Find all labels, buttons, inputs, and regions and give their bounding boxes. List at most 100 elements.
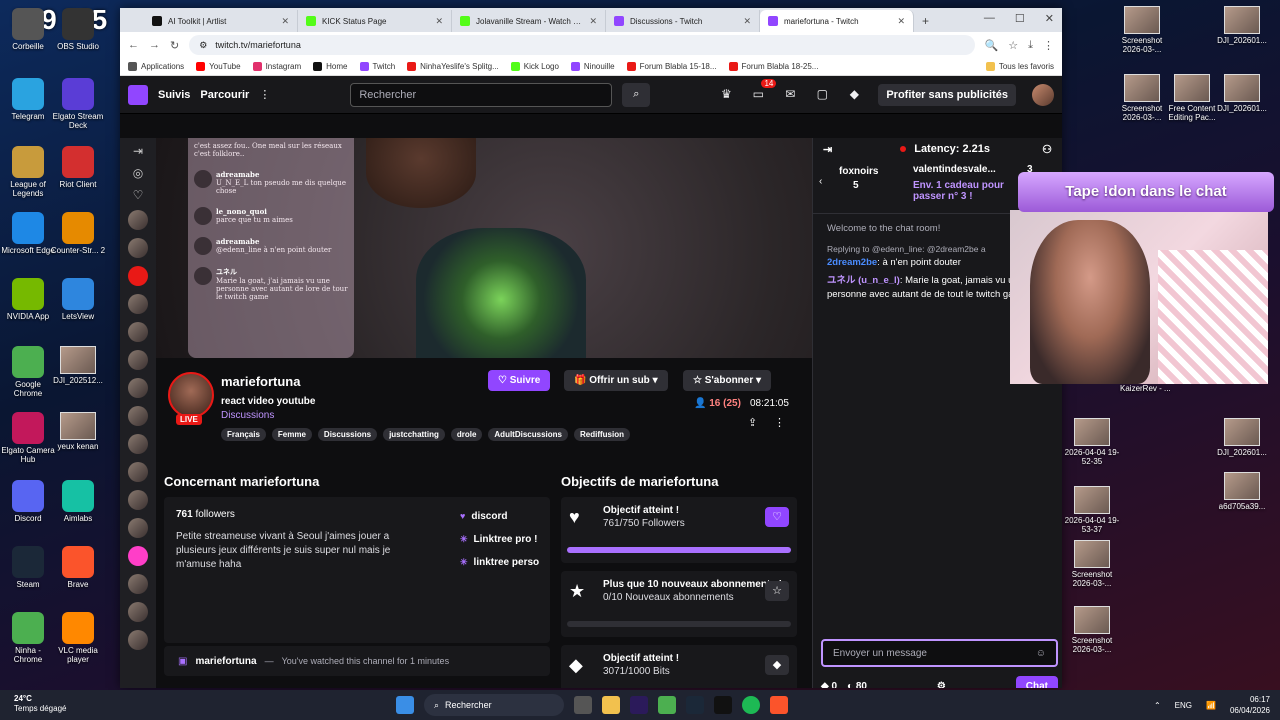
- back-icon[interactable]: ←: [128, 39, 139, 51]
- goal-action-button[interactable]: ◆: [765, 655, 789, 675]
- desktop-icon[interactable]: DJI_202512...: [50, 346, 106, 385]
- sidebar-avatar[interactable]: [128, 490, 148, 510]
- desktop-icon[interactable]: League of Legends: [0, 146, 56, 198]
- goal-action-button[interactable]: ♡: [765, 507, 789, 527]
- bookmark-item[interactable]: Applications: [128, 62, 184, 71]
- collapse-icon[interactable]: ⇥: [133, 144, 143, 158]
- stream-tag[interactable]: Discussions: [317, 428, 378, 441]
- bookmark-item[interactable]: Tous les favoris: [985, 62, 1054, 71]
- social-link[interactable]: ♥ discord: [460, 511, 539, 522]
- tab-close-icon[interactable]: ✕: [897, 16, 905, 27]
- browser-tab[interactable]: Discussions - Twitch ✕: [606, 10, 760, 32]
- crown-icon[interactable]: ♛: [718, 87, 734, 103]
- sidebar-avatar[interactable]: [128, 350, 148, 370]
- reload-icon[interactable]: ↻: [170, 39, 179, 52]
- file-explorer-icon[interactable]: [602, 696, 620, 714]
- address-bar[interactable]: ⚙ twitch.tv/mariefortuna: [189, 35, 975, 55]
- sidebar-avatar[interactable]: [128, 546, 148, 566]
- bookmark-item[interactable]: Home: [313, 62, 348, 71]
- premiere-icon[interactable]: [630, 696, 648, 714]
- sidebar-avatar[interactable]: [128, 210, 148, 230]
- maximize-icon[interactable]: ☐: [1015, 12, 1025, 25]
- sidebar-avatar[interactable]: [128, 238, 148, 258]
- task-view-icon[interactable]: [574, 696, 592, 714]
- more-options-icon[interactable]: ⋮: [774, 416, 785, 429]
- start-icon[interactable]: [396, 696, 414, 714]
- language-indicator[interactable]: ENG: [1175, 701, 1192, 710]
- bits-count[interactable]: ◆ 0: [821, 681, 837, 689]
- bookmark-item[interactable]: Forum Blabla 18-25...: [728, 62, 818, 71]
- tab-close-icon[interactable]: ✕: [589, 16, 597, 27]
- desktop-icon[interactable]: Steam: [0, 546, 56, 589]
- chrome-icon[interactable]: [658, 696, 676, 714]
- forward-icon[interactable]: →: [149, 39, 160, 51]
- mail-icon[interactable]: ✉: [782, 87, 798, 103]
- site-info-icon[interactable]: ⚙: [199, 40, 207, 51]
- desktop-icon[interactable]: LetsView: [50, 278, 106, 321]
- minimize-icon[interactable]: —: [984, 12, 995, 25]
- gift-prompt[interactable]: Env. 1 cadeau pour passer n° 3 !: [913, 180, 1033, 202]
- subscribe-button[interactable]: ☆ S'abonner ▾: [683, 370, 772, 391]
- nav-browse[interactable]: Parcourir: [200, 89, 249, 101]
- desktop-icon[interactable]: Counter-Str... 2: [50, 212, 106, 255]
- bookmark-item[interactable]: NinhaYeslife's Splitg...: [407, 62, 499, 71]
- stream-category[interactable]: Discussions: [221, 410, 274, 421]
- tray-chevron-icon[interactable]: ⌃: [1154, 701, 1161, 710]
- settings-icon[interactable]: ⚙: [937, 681, 946, 689]
- desktop-icon[interactable]: NVIDIA App: [0, 278, 56, 321]
- channel-points[interactable]: ◐ 80: [847, 681, 867, 689]
- stream-tag[interactable]: Français: [221, 428, 266, 441]
- tab-close-icon[interactable]: ✕: [435, 16, 443, 27]
- user-avatar[interactable]: [1032, 83, 1054, 106]
- desktop-icon[interactable]: Brave: [50, 546, 106, 589]
- browser-tab[interactable]: KICK Status Page ✕: [298, 10, 452, 32]
- spotify-icon[interactable]: [742, 696, 760, 714]
- bookmark-star-icon[interactable]: ☆: [1008, 39, 1018, 52]
- sidebar-avatar[interactable]: [128, 378, 148, 398]
- clock[interactable]: 06:17 06/04/2026: [1230, 694, 1270, 716]
- heart-icon[interactable]: ♡: [133, 188, 144, 202]
- follow-button[interactable]: ♡ Suivre: [488, 370, 551, 391]
- stream-tag[interactable]: Rediffusion: [573, 428, 630, 441]
- desktop-icon[interactable]: Discord: [0, 480, 56, 523]
- inbox-icon[interactable]: ▭ 14: [750, 78, 777, 103]
- sidebar-avatar[interactable]: [128, 574, 148, 594]
- stream-tag[interactable]: drole: [450, 428, 483, 441]
- gift-sub-button[interactable]: 🎁 Offrir un sub ▾: [564, 370, 668, 391]
- social-link[interactable]: ✳ Linktree pro !: [460, 534, 539, 545]
- prev-icon[interactable]: ‹: [819, 176, 822, 187]
- new-tab-icon[interactable]: +: [914, 14, 937, 32]
- desktop-icon[interactable]: Corbeille: [0, 8, 56, 51]
- stream-tag[interactable]: justcchatting: [383, 428, 445, 441]
- stream-tag[interactable]: Femme: [271, 428, 312, 441]
- collapse-chat-icon[interactable]: ⇥: [823, 143, 832, 156]
- wifi-icon[interactable]: 📶: [1206, 701, 1216, 710]
- whisper-icon[interactable]: ▢: [814, 87, 830, 103]
- desktop-icon[interactable]: DJI_202601...: [1214, 418, 1270, 457]
- desktop-icon[interactable]: Elgato Camera Hub: [0, 412, 56, 464]
- twitch-logo-icon[interactable]: [128, 84, 148, 105]
- bookmark-item[interactable]: Twitch: [359, 62, 395, 71]
- tab-close-icon[interactable]: ✕: [743, 16, 751, 27]
- chat-username[interactable]: 2dream2be: [827, 257, 877, 268]
- bookmark-item[interactable]: Ninouille: [570, 62, 615, 71]
- stream-tag[interactable]: AdultDiscussions: [488, 428, 568, 441]
- social-link[interactable]: ✳ linktree perso: [460, 557, 539, 568]
- nav-following[interactable]: Suivis: [158, 89, 190, 101]
- more-icon[interactable]: ⋮: [259, 88, 270, 101]
- sidebar-avatar[interactable]: [128, 630, 148, 650]
- desktop-icon[interactable]: DJI_202601...: [1214, 74, 1270, 113]
- browser-tab[interactable]: AI Toolkit | Artlist ✕: [144, 10, 298, 32]
- browser-tab[interactable]: mariefortuna - Twitch ✕: [760, 10, 914, 32]
- desktop-icon[interactable]: Free Content Editing Pac...: [1164, 74, 1220, 122]
- bookmark-item[interactable]: Instagram: [252, 62, 301, 71]
- chat-send-button[interactable]: Chat: [1015, 675, 1058, 688]
- channel-name[interactable]: mariefortuna: [221, 374, 300, 389]
- desktop-icon[interactable]: Screenshot 2026-03-...: [1114, 6, 1170, 54]
- sidebar-avatar[interactable]: [128, 462, 148, 482]
- recommended-icon[interactable]: ◎: [133, 166, 143, 180]
- brave-icon[interactable]: [770, 696, 788, 714]
- sidebar-avatar[interactable]: [128, 518, 148, 538]
- bookmark-item[interactable]: Forum Blabla 15-18...: [626, 62, 717, 71]
- menu-icon[interactable]: ⋮: [1043, 39, 1054, 52]
